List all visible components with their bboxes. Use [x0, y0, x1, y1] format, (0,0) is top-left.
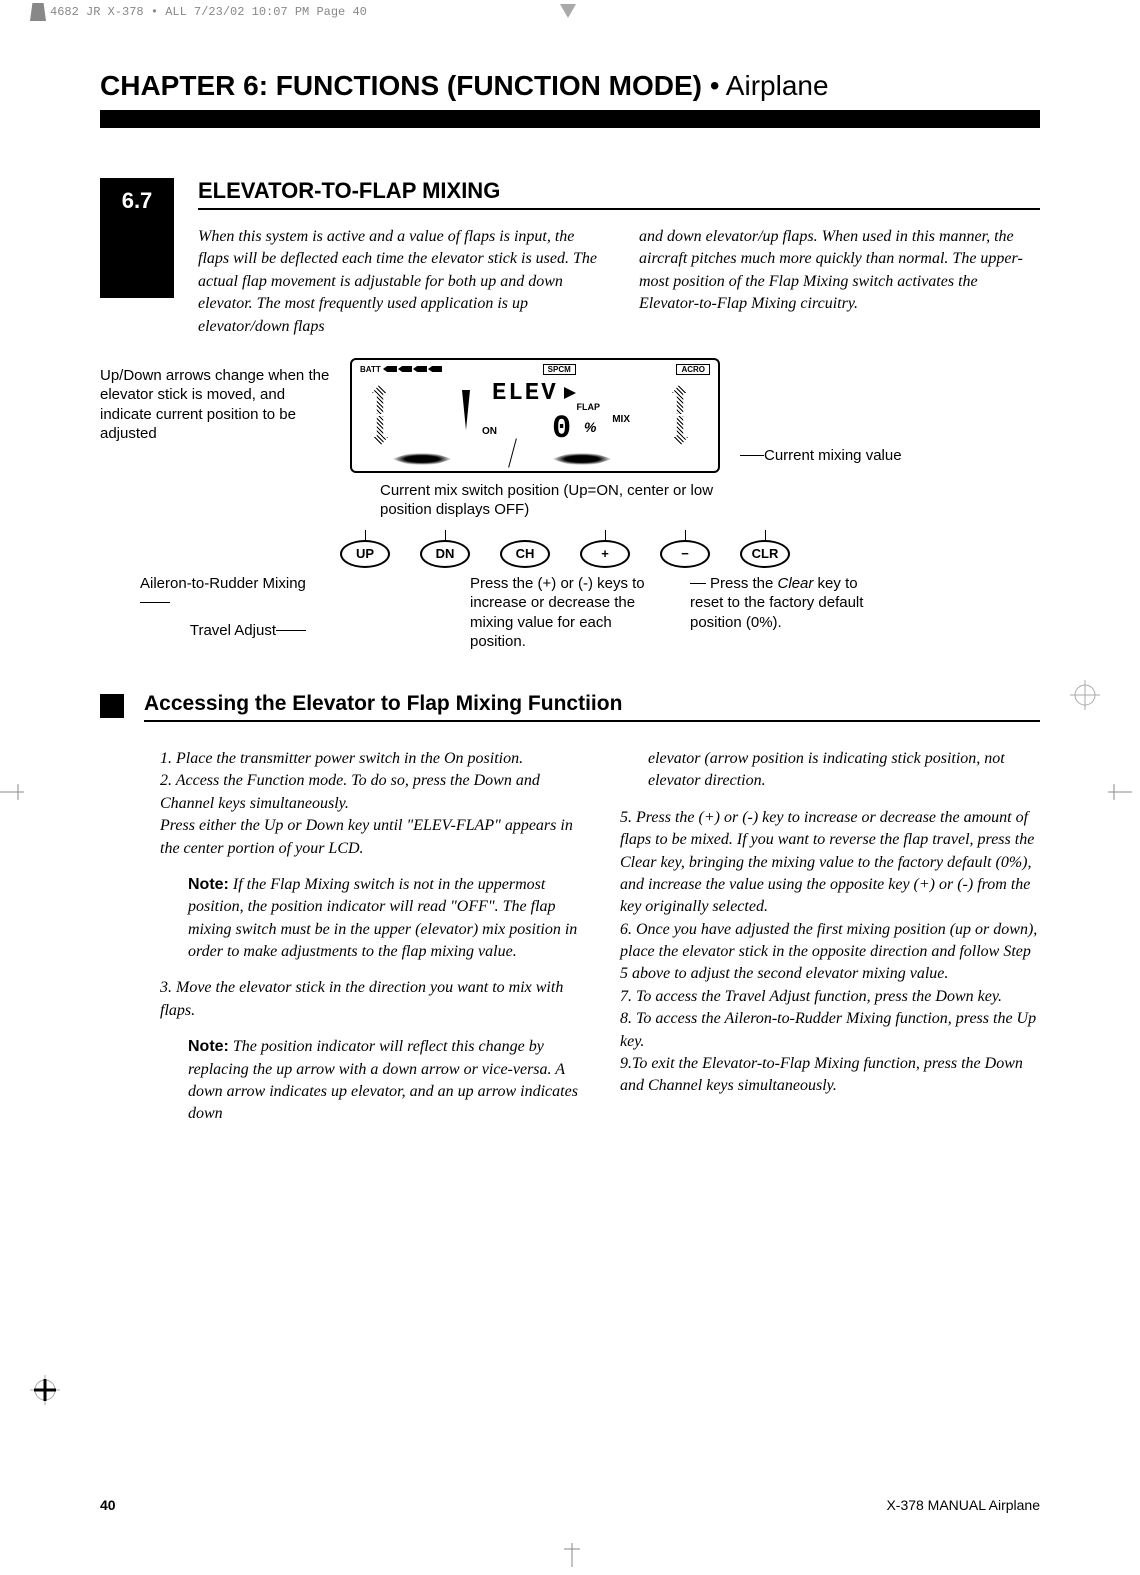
- lcd-mix: MIX: [612, 414, 630, 425]
- section-number: 6.7: [100, 178, 174, 298]
- footer: 40 X-378 MANUAL Airplane: [100, 1497, 1040, 1513]
- subsection-title: Accessing the Elevator to Flap Mixing Fu…: [144, 692, 1040, 722]
- title-rule: [100, 110, 1040, 128]
- smear-icon: [392, 453, 452, 465]
- intro-col-right: and down elevator/up flaps. When used in…: [639, 226, 1040, 338]
- intro-col-left: When this system is active and a value o…: [198, 226, 599, 338]
- plus-button[interactable]: +: [580, 540, 630, 568]
- lcd-acro: ACRO: [676, 364, 710, 375]
- chapter-title: CHAPTER 6: FUNCTIONS (FUNCTION MODE) • A…: [100, 70, 1040, 102]
- print-header: 4682 JR X-378 • ALL 7/23/02 10:07 PM Pag…: [0, 2, 367, 22]
- callout-line: [508, 438, 517, 467]
- lcd-arrows-right-icon: [672, 384, 688, 446]
- diagram: Up/Down arrows change when the elevator …: [100, 358, 1040, 652]
- keystone-icon: [30, 3, 46, 21]
- registration-target-left: [30, 1375, 60, 1405]
- registration-right: [1108, 780, 1132, 804]
- body-col-left: 1. Place the transmitter power switch in…: [160, 748, 580, 1126]
- minus-button[interactable]: −: [660, 540, 710, 568]
- battery-gauge-icon: [383, 366, 442, 372]
- lcd-arrows-left-icon: [372, 384, 388, 446]
- diagram-right-label: Current mixing value: [740, 358, 902, 466]
- lcd-elev: ELEV: [492, 380, 576, 407]
- lcd-on: ON: [482, 426, 497, 437]
- page-number: 40: [100, 1497, 116, 1513]
- body-col-right: elevator (arrow position is indicating s…: [620, 748, 1040, 1126]
- diagram-mid-label: Current mix switch position (Up=ON, cent…: [380, 481, 760, 520]
- label-aileron-mix: Aileron-to-Rudder Mixing Travel Adjust: [140, 574, 310, 652]
- diagram-left-label: Up/Down arrows change when the elevator …: [100, 358, 340, 444]
- lcd-flap: FLAP: [577, 402, 601, 412]
- registration-target-right: [1070, 680, 1100, 710]
- top-arrow-icon: [560, 4, 576, 18]
- lcd-value: 0: [552, 410, 571, 447]
- registration-left: [0, 780, 24, 804]
- label-press-clr: Press the Clear key to reset to the fact…: [690, 574, 880, 652]
- dn-button[interactable]: DN: [420, 540, 470, 568]
- ch-button[interactable]: CH: [500, 540, 550, 568]
- job-info: 4682 JR X-378 • ALL 7/23/02 10:07 PM Pag…: [50, 5, 367, 19]
- button-row: UP DN CH + − CLR: [340, 540, 1040, 568]
- up-button[interactable]: UP: [340, 540, 390, 568]
- lcd-spcm: SPCM: [543, 364, 576, 375]
- lcd-screen: BATT SPCM ACRO ELEV FLAP MIX ON 0 %: [350, 358, 720, 473]
- manual-name: X-378 MANUAL Airplane: [886, 1497, 1040, 1513]
- down-arrow-icon: [462, 390, 470, 430]
- registration-bottom: [560, 1543, 584, 1567]
- lcd-percent: %: [584, 419, 596, 435]
- subsection-marker: [100, 694, 124, 718]
- label-press-inc: Press the (+) or (-) keys to increase or…: [470, 574, 670, 652]
- label-travel-adjust: Travel Adjust: [190, 622, 276, 639]
- section-title: ELEVATOR-TO-FLAP MIXING: [198, 178, 1040, 210]
- clr-button[interactable]: CLR: [740, 540, 790, 568]
- smear-icon: [552, 453, 612, 465]
